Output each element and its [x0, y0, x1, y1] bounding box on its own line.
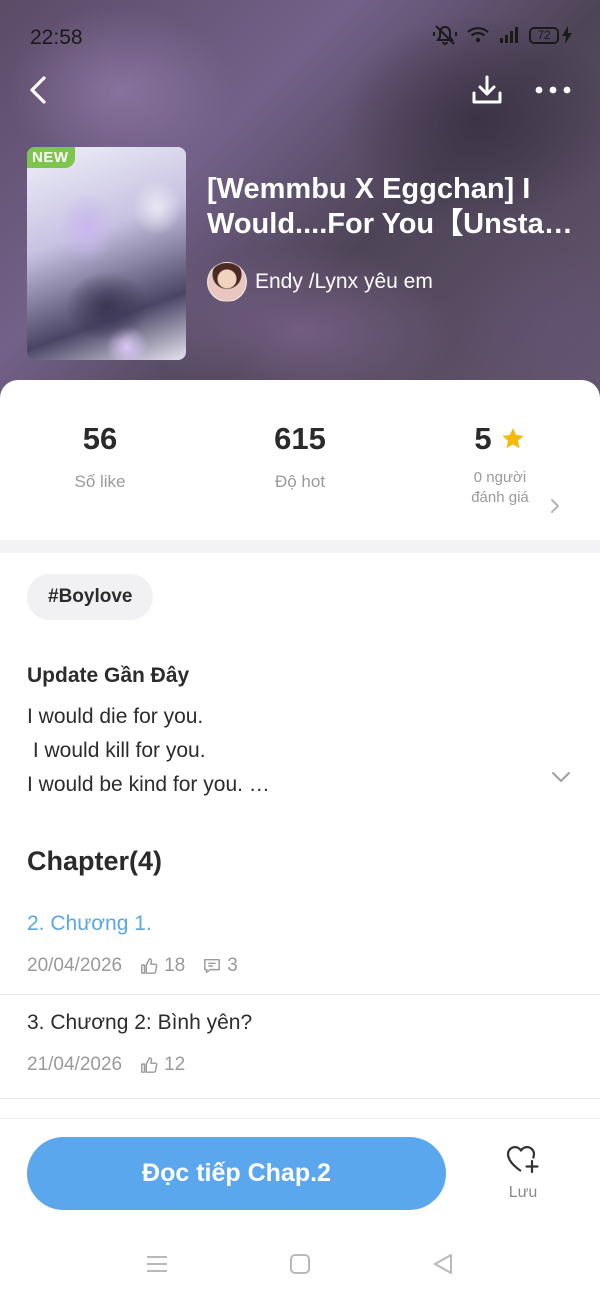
- author-name: Endy /Lynx yêu em: [255, 270, 433, 293]
- section-divider: [0, 540, 600, 553]
- rating-label: 0 người đánh giá: [400, 468, 600, 508]
- chevron-down-icon: [552, 772, 570, 782]
- chapter-like-count: 18: [164, 955, 186, 976]
- mute-bell-icon: [433, 24, 457, 46]
- chapter-like-count: 12: [164, 1054, 186, 1075]
- stats-row: 56 Số like 615 Độ hot 5 0 người đánh giá: [0, 420, 600, 530]
- story-title: [Wemmbu X Eggchan] I Would....For You【Un…: [207, 172, 585, 242]
- status-time: 22:58: [30, 26, 83, 49]
- story-title-line-2: Would....For You【Unstabl…: [207, 208, 585, 240]
- likes-label: Số like: [74, 472, 126, 491]
- comment-icon: [204, 958, 221, 974]
- new-badge: NEW: [27, 147, 75, 168]
- author-link[interactable]: Endy /Lynx yêu em: [207, 262, 433, 302]
- story-title-line-1: [Wemmbu X Eggchan] I: [207, 173, 531, 205]
- thumbs-up-icon: [141, 1057, 158, 1073]
- chapter-likes-group: 18: [140, 955, 185, 977]
- likes-value: 56: [82, 421, 118, 456]
- chapter-likes-group: 12: [140, 1054, 185, 1076]
- save-label: Lưu: [508, 1184, 538, 1201]
- chapter-comments-group: 3: [203, 955, 238, 977]
- status-bar: 22:58 72: [0, 0, 600, 74]
- expand-description-button[interactable]: [551, 770, 571, 788]
- story-cover-image[interactable]: NEW: [27, 147, 186, 360]
- hot-label: Độ hot: [274, 472, 326, 491]
- chapter-item[interactable]: 2. Chương 1. 20/04/2026 18 3: [0, 900, 600, 994]
- system-home-button[interactable]: [280, 1250, 320, 1278]
- download-icon: [472, 75, 502, 104]
- chevron-left-icon: [30, 76, 46, 104]
- signal-icon: [499, 27, 519, 43]
- rating-value-row: 5: [400, 420, 600, 458]
- status-icons: 72: [433, 24, 572, 46]
- chapter-item[interactable]: 3. Chương 2: Bình yên? 21/04/2026 12: [0, 995, 600, 1099]
- rating-value: 5: [474, 421, 492, 456]
- chapter-title: 3. Chương 2: Bình yên?: [27, 1011, 253, 1034]
- save-button[interactable]: Lưu: [493, 1143, 553, 1213]
- bottom-action-bar: Đọc tiếp Chap.2 Lưu: [0, 1118, 600, 1238]
- top-navigation: [0, 70, 600, 110]
- continue-reading-button[interactable]: Đọc tiếp Chap.2: [27, 1137, 446, 1210]
- home-square-icon: [290, 1254, 310, 1274]
- chapter-date-group: 20/04/2026: [27, 955, 122, 977]
- chapter-date: 21/04/2026: [27, 1054, 123, 1075]
- system-back-button[interactable]: [423, 1250, 463, 1278]
- chapter-list-heading: Chapter(4): [27, 846, 163, 876]
- star-icon: [502, 428, 524, 449]
- chapter-title: 2. Chương 1.: [27, 912, 152, 935]
- chevron-right-icon: [551, 499, 559, 513]
- hot-value: 615: [274, 421, 326, 456]
- stat-likes: 56 Số like: [0, 420, 200, 492]
- battery-icon: 72: [529, 26, 572, 44]
- rating-label-line-1: 0 người: [473, 469, 527, 486]
- thumbs-up-icon: [141, 958, 158, 974]
- rating-label-line-2: đánh giá: [471, 489, 529, 506]
- system-navigation-bar: [0, 1238, 600, 1300]
- author-avatar: [207, 262, 247, 302]
- download-button[interactable]: [468, 70, 506, 110]
- menu-icon: [147, 1256, 167, 1272]
- chapter-comment-count: 3: [227, 955, 238, 976]
- more-dots-icon: [535, 86, 571, 94]
- genre-tag[interactable]: #Boylove: [27, 574, 154, 620]
- story-description: I would die for you. I would kill for yo…: [27, 705, 270, 796]
- back-triangle-icon: [434, 1254, 452, 1274]
- wifi-icon: [467, 27, 489, 43]
- update-heading: Update Gần Đây: [27, 664, 190, 687]
- chapter-meta: 20/04/2026 18 3: [27, 955, 238, 977]
- chapter-divider: [0, 1098, 600, 1099]
- chapter-date-group: 21/04/2026: [27, 1054, 122, 1076]
- chapter-meta: 21/04/2026 12: [27, 1054, 185, 1076]
- chapter-date: 20/04/2026: [27, 955, 123, 976]
- heart-plus-icon: [506, 1146, 539, 1174]
- stat-rating[interactable]: 5 0 người đánh giá: [400, 420, 600, 508]
- battery-level: 72: [529, 26, 559, 44]
- charging-icon: [562, 26, 572, 44]
- more-options-button[interactable]: [532, 76, 574, 104]
- stat-hot: 615 Độ hot: [200, 420, 400, 492]
- system-menu-button[interactable]: [137, 1250, 177, 1278]
- back-button[interactable]: [22, 72, 54, 108]
